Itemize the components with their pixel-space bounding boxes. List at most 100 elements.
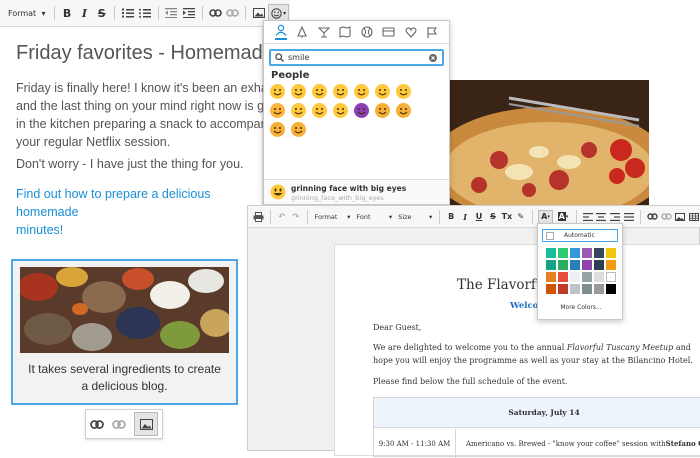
grinning-face-smiling-eyes-icon[interactable] (312, 84, 327, 99)
justify-icon[interactable] (623, 210, 635, 224)
copy-formatting-icon[interactable]: ✎ (515, 210, 527, 224)
color-swatch[interactable] (594, 260, 604, 270)
toolbar-separator (269, 209, 271, 224)
color-swatch[interactable] (558, 284, 568, 294)
smirking-face-icon[interactable] (333, 103, 348, 118)
color-swatch[interactable] (582, 248, 592, 258)
print-icon[interactable] (253, 210, 265, 224)
color-swatch[interactable] (606, 248, 616, 258)
heart-eyes-face-icon[interactable] (270, 103, 285, 118)
image-caption[interactable]: It takes several ingredients to create a… (13, 361, 236, 395)
schedule-table[interactable]: Saturday, July 14 9:30 AM - 11:30 AM Ame… (373, 397, 700, 458)
smiling-face-icon[interactable] (312, 103, 327, 118)
format-dropdown[interactable]: Format ▾ (4, 9, 50, 18)
activity-category-icon[interactable] (361, 26, 373, 38)
underline-button[interactable]: U (473, 210, 485, 224)
size-dropdown[interactable]: Size ▾ (395, 213, 435, 221)
color-swatch[interactable] (570, 260, 580, 270)
objects-category-icon[interactable] (382, 26, 395, 38)
pizza-image[interactable] (439, 80, 649, 208)
color-swatch[interactable] (594, 248, 604, 258)
align-center-icon[interactable] (595, 210, 607, 224)
color-swatch[interactable] (558, 248, 568, 258)
flags-category-icon[interactable] (426, 26, 438, 38)
grinning-face-icon[interactable] (270, 84, 285, 99)
color-swatch[interactable] (558, 260, 568, 270)
numbered-list-icon[interactable] (120, 4, 135, 22)
redo-icon[interactable]: ↷ (290, 210, 302, 224)
italic-button[interactable]: I (459, 210, 471, 224)
color-swatch[interactable] (582, 272, 592, 282)
heart-eyes-cat-icon[interactable] (270, 122, 285, 137)
preview-emoji-shortcode: grinning_face_with_big_eyes (291, 194, 384, 202)
strikethrough-button[interactable]: S (487, 210, 499, 224)
travel-category-icon[interactable] (339, 26, 351, 38)
text-color-button[interactable]: A ▾ (537, 209, 554, 224)
color-swatch[interactable] (582, 284, 592, 294)
bulleted-list-icon[interactable] (138, 4, 153, 22)
link-icon[interactable] (207, 4, 222, 22)
undo-icon[interactable]: ↶ (276, 210, 288, 224)
color-swatch[interactable] (546, 260, 556, 270)
bold-button[interactable]: B (445, 210, 457, 224)
link-icon[interactable] (90, 419, 104, 429)
smiling-face-hearts-icon[interactable] (291, 103, 306, 118)
color-swatch[interactable] (546, 272, 556, 282)
format-dropdown[interactable]: Format ▾ (312, 213, 354, 221)
food-category-icon[interactable] (317, 26, 330, 38)
toolbar-separator (306, 209, 308, 224)
grinning-cat-smiling-eyes-icon[interactable] (396, 103, 411, 118)
align-right-icon[interactable] (609, 210, 621, 224)
grinning-face-big-eyes-icon[interactable] (291, 84, 306, 99)
color-swatch[interactable] (558, 272, 568, 282)
color-swatch[interactable] (570, 272, 580, 282)
automatic-color-option[interactable]: Automatic (542, 229, 618, 242)
align-left-icon[interactable] (582, 210, 594, 224)
indent-icon[interactable] (181, 4, 196, 22)
smiling-imp-icon[interactable] (354, 103, 369, 118)
slightly-smiling-face-icon[interactable] (375, 84, 390, 99)
bold-button[interactable]: B (59, 4, 74, 22)
people-category-icon[interactable] (274, 24, 287, 40)
image-icon[interactable] (674, 210, 686, 224)
image-properties-button[interactable] (134, 412, 158, 436)
emoji-search-field[interactable]: smile (269, 49, 444, 66)
symbols-category-icon[interactable] (405, 26, 417, 38)
document-editor: ↶ ↷ Format ▾ Font ▾ Size ▾ B I U S Tx ✎ A ▾ … (247, 205, 700, 458)
background-color-button[interactable]: A ▾ (555, 210, 570, 224)
smiling-face-smiling-eyes-icon[interactable] (354, 84, 369, 99)
smirk-cat-icon[interactable] (291, 122, 306, 137)
color-swatch[interactable] (606, 272, 616, 282)
color-swatch[interactable] (546, 284, 556, 294)
clear-search-icon[interactable] (429, 53, 437, 62)
image-widget[interactable]: It takes several ingredients to create a… (11, 259, 238, 405)
grinning-face-sweat-icon[interactable] (333, 84, 348, 99)
nature-category-icon[interactable] (296, 26, 308, 38)
table-icon[interactable] (688, 210, 700, 224)
grinning-cat-icon[interactable] (375, 103, 390, 118)
outdent-icon[interactable] (164, 4, 179, 22)
italic-button[interactable]: I (77, 4, 92, 22)
recipe-link[interactable]: Find out how to prepare a delicious home… (16, 185, 276, 239)
unlink-icon[interactable] (112, 419, 126, 429)
unlink-icon[interactable] (225, 4, 240, 22)
color-swatch[interactable] (570, 284, 580, 294)
clear-formatting-icon[interactable]: Tx (501, 210, 513, 224)
color-swatch[interactable] (606, 284, 616, 294)
emoji-grid (270, 84, 440, 137)
toolbar-separator (531, 209, 533, 224)
emoji-search-input[interactable]: smile (288, 53, 429, 62)
font-dropdown[interactable]: Font ▾ (353, 213, 395, 221)
upside-down-face-icon[interactable] (396, 84, 411, 99)
color-swatch[interactable] (582, 260, 592, 270)
color-swatch[interactable] (606, 260, 616, 270)
color-swatch[interactable] (570, 248, 580, 258)
color-swatch[interactable] (594, 284, 604, 294)
strikethrough-button[interactable]: S (94, 4, 109, 22)
unlink-icon[interactable] (660, 210, 672, 224)
document-page[interactable]: The Flavorful Tu Welcom Dear Guest, We a… (334, 244, 700, 458)
color-swatch[interactable] (594, 272, 604, 282)
link-icon[interactable] (646, 210, 658, 224)
more-colors-button[interactable]: More Colors... (538, 304, 624, 311)
color-swatch[interactable] (546, 248, 556, 258)
